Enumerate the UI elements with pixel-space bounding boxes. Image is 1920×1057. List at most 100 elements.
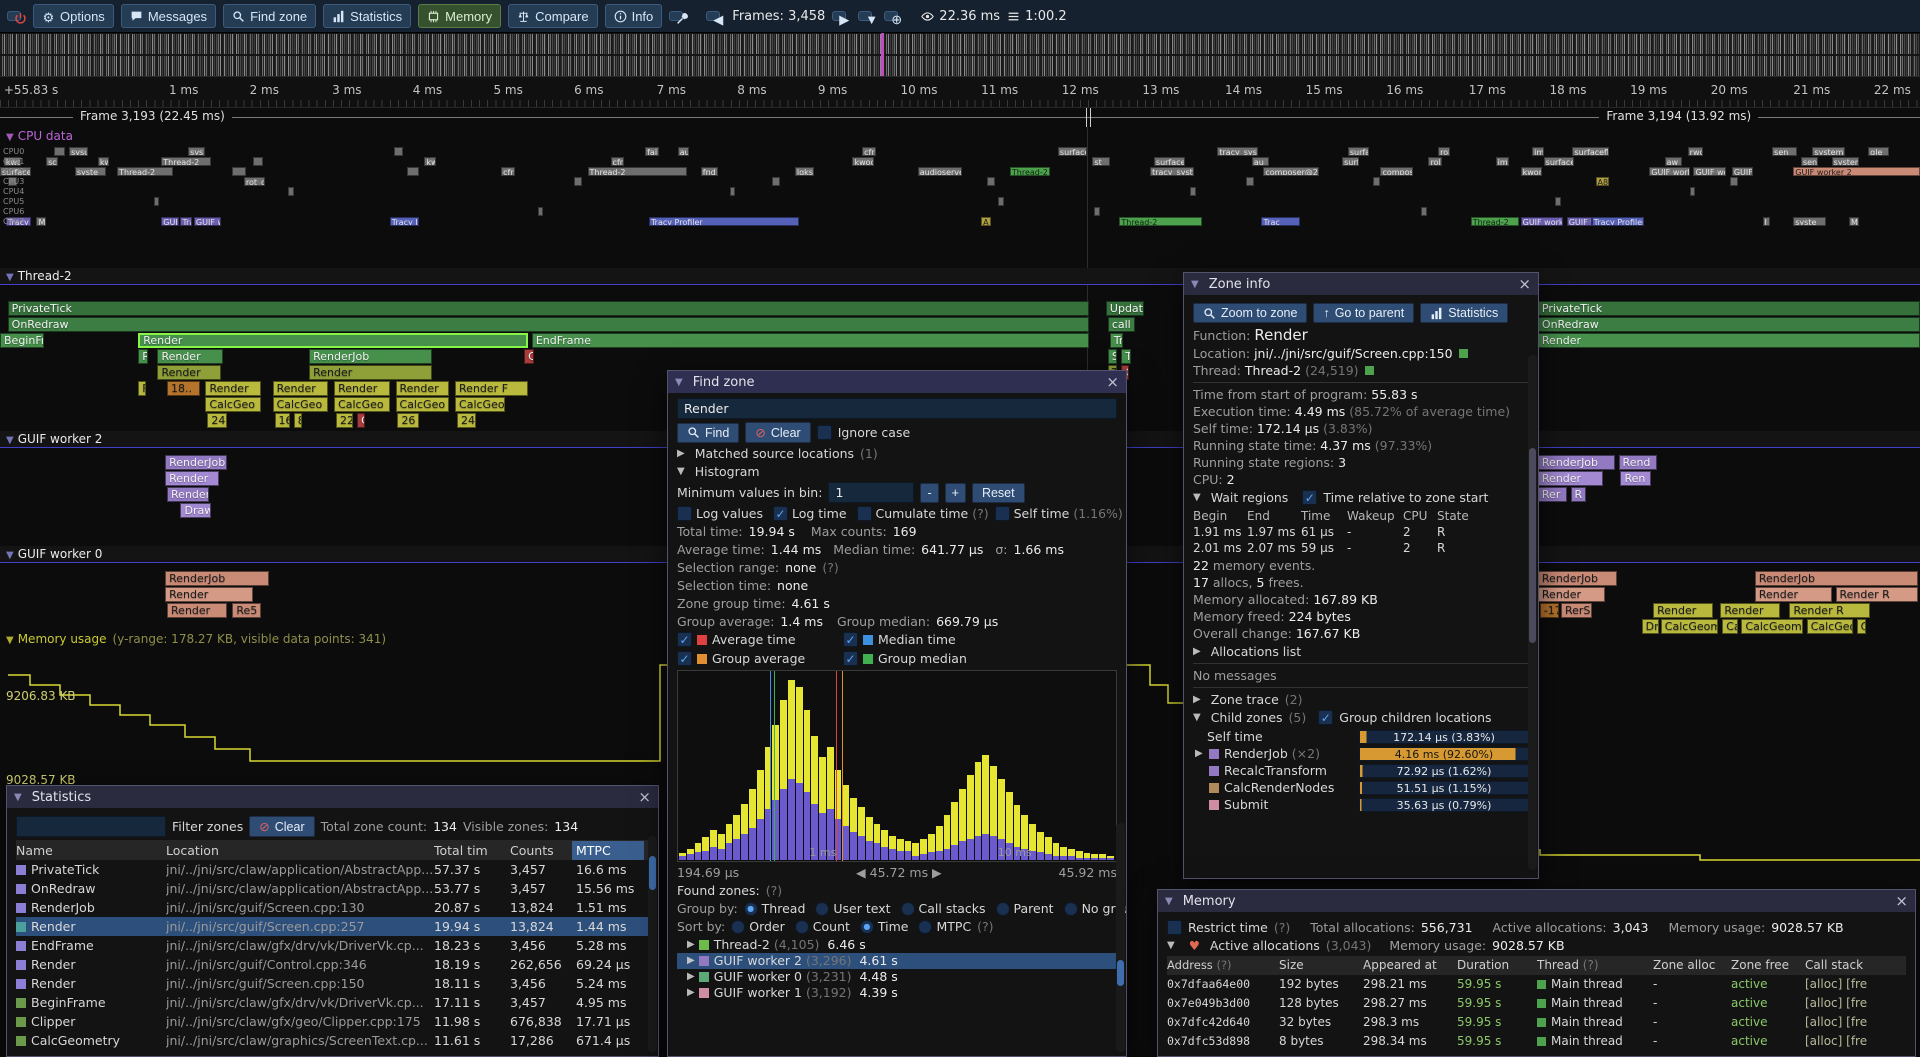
zone-bar[interactable]: CalcGeo (1807, 619, 1853, 634)
legend-checkbox[interactable]: ✓Group median (843, 651, 983, 666)
zone-bar[interactable]: Render F (455, 381, 528, 396)
cpu-segment[interactable]: sys (188, 147, 205, 156)
zone-bar[interactable]: Render (1538, 587, 1605, 602)
zone-info-window-titlebar[interactable]: ▼Zone info× (1184, 273, 1538, 295)
zone-bar[interactable]: Tr (1110, 333, 1123, 348)
goto-frame-button[interactable]: ⊕ (884, 11, 898, 21)
cpu-segment[interactable]: surfacef (1058, 147, 1087, 156)
zone-bar[interactable]: S (1108, 349, 1118, 364)
cpu-segment[interactable]: st (1092, 157, 1109, 166)
cpu-segment[interactable]: Thread-2 (1471, 217, 1519, 226)
zone-bar[interactable]: Render (165, 471, 219, 486)
zone-bar[interactable]: CalcGeo (396, 397, 450, 412)
found-zone-group[interactable]: ▶ GUIF worker 1 (3,192) 4.39 s (677, 985, 1117, 1001)
found-zone-group[interactable]: ▶ GUIF worker 0 (3,231) 4.48 s (677, 969, 1117, 985)
zone-bar[interactable]: 18.. (167, 381, 200, 396)
wait-region-row[interactable]: 1.91 ms1.97 ms61 μs-2R (1193, 524, 1529, 540)
zone-bar[interactable]: CalcGeo (273, 397, 329, 412)
zone-bar[interactable]: Render (309, 365, 432, 380)
cpu-segment[interactable]: Thread-2 (1010, 167, 1050, 176)
zone-bar[interactable]: Ca (1722, 619, 1737, 634)
zone-search-input[interactable] (677, 398, 1117, 419)
cpu-segment[interactable]: cfr (862, 147, 875, 156)
zone-bar[interactable]: C (524, 349, 534, 364)
cpu-segment[interactable]: sc (46, 157, 58, 166)
options-button[interactable]: ⚙Options (33, 4, 114, 28)
zone-bar[interactable]: PrivateTick (8, 301, 1089, 316)
cpu-segment[interactable]: GUIF worl (194, 217, 221, 226)
cpu-segment[interactable]: im (1532, 147, 1544, 156)
source-location[interactable]: jni/../jni/src/guif/Screen.cpp:150 (1254, 346, 1452, 361)
legend-checkbox[interactable]: ✓Median time (843, 632, 983, 647)
found-zone-group[interactable]: ▶ GUIF worker 2 (3,296) 4.61 s (677, 953, 1117, 969)
table-row[interactable]: Render jni/../jni/src/guif/Screen.cpp:15… (16, 974, 649, 993)
zone-bar[interactable]: Render R (1836, 587, 1919, 602)
child-zone-row[interactable]: ▶RenderJob (×2) 4.16 ms (92.60%) (1193, 745, 1529, 762)
frame-bar[interactable]: Frame 3,193 (22.45 ms) Frame 3,194 (13.9… (0, 108, 1920, 127)
zone-bar[interactable]: 26 (397, 413, 418, 428)
statistics-window-titlebar[interactable]: ▼Statistics× (7, 786, 658, 808)
zone-bar[interactable]: call (1108, 317, 1135, 332)
zone-bar[interactable]: F (138, 381, 146, 396)
cpu-segment[interactable]: GUIF w (1567, 217, 1592, 226)
cpu-segment[interactable]: surfaceflinge (1572, 147, 1608, 156)
zone-bar[interactable]: Render (157, 349, 222, 364)
cpu-segment[interactable] (1246, 177, 1254, 186)
found-zone-group[interactable]: ▶ Thread-2 (4,105) 6.46 s (677, 937, 1117, 953)
zone-bar[interactable]: RenderJob (1755, 571, 1918, 586)
zone-bar[interactable]: Render (157, 365, 220, 380)
cpu-segment[interactable]: sens (1801, 157, 1818, 166)
radio-option[interactable]: ●Thread (744, 901, 806, 916)
cpu-segment[interactable]: system_is (1812, 147, 1845, 156)
zone-bar[interactable]: C (357, 413, 365, 428)
cpu-segment[interactable]: au (1252, 157, 1269, 166)
radio-option[interactable]: Order (731, 919, 785, 934)
scrollbar[interactable] (1528, 355, 1537, 870)
zone-bar[interactable]: Render (1538, 333, 1920, 348)
zone-bar[interactable]: 16 (275, 413, 290, 428)
zone-bar[interactable]: Render (138, 333, 528, 348)
zone-bar[interactable]: CalcGeome (1661, 619, 1719, 634)
radio-option[interactable]: Parent (996, 901, 1054, 916)
zone-bar[interactable]: T (1121, 349, 1131, 364)
zone-bar[interactable]: CalcGeo (205, 397, 261, 412)
cpu-segment[interactable]: GUIF worker 2 (1793, 167, 1920, 176)
messages-button[interactable]: Messages (121, 4, 216, 28)
table-row[interactable]: Render jni/../jni/src/guif/Control.cpp:3… (16, 955, 649, 974)
zone-bar[interactable]: Render R (1789, 603, 1870, 618)
zone-bar[interactable]: Rend (1619, 455, 1657, 470)
zone-bar[interactable]: C (1857, 619, 1867, 634)
zone-bar[interactable]: Dra (1642, 619, 1659, 634)
legend-checkbox[interactable]: ✓Group average (677, 651, 817, 666)
zone-bar[interactable]: Render (1720, 603, 1780, 618)
scrollbar-thumb[interactable] (1529, 448, 1536, 644)
cpu-segment[interactable]: syste (75, 167, 106, 176)
allocation-row[interactable]: 0x7e049b3d00 128 bytes 298.27 ms 59.95 s… (1167, 994, 1906, 1013)
zone-bar[interactable]: Render (273, 381, 329, 396)
go-to-parent-button[interactable]: ↑Go to parent (1313, 303, 1414, 323)
cpu-segment[interactable] (394, 147, 404, 156)
cpu-segment[interactable]: au (678, 147, 690, 156)
cpu-segment[interactable] (54, 147, 66, 156)
zone-bar[interactable]: CalcGeomet (1741, 619, 1802, 634)
compare-button[interactable]: Compare (508, 4, 597, 28)
radio-option[interactable]: MTPC (918, 919, 971, 934)
zone-bar[interactable]: RenderJob (1538, 571, 1617, 586)
hint-icon[interactable]: (?) (766, 883, 782, 898)
option-checkbox[interactable]: Self time(1.16%) (995, 506, 1123, 521)
cpu-segment[interactable]: GUIF w (1732, 167, 1753, 176)
cpu-segment[interactable]: aw (1665, 157, 1682, 166)
cpu-segment[interactable]: tracy_systrace (1217, 147, 1257, 156)
zone-bar[interactable]: BeginFrame (0, 333, 44, 348)
zone-bar[interactable]: -17 (1540, 603, 1559, 618)
zoom-to-zone-button[interactable]: Zoom to zone (1193, 303, 1307, 323)
cpu-segment[interactable]: fnd (701, 167, 718, 176)
cpu-segment[interactable] (538, 207, 544, 216)
allocation-row[interactable]: 0x7dfaa64e00 192 bytes 298.21 ms 59.95 s… (1167, 975, 1906, 994)
cpu-segment[interactable] (232, 167, 245, 176)
option-checkbox[interactable]: ✓Log time (773, 506, 851, 521)
cpu-segment[interactable]: M (36, 217, 46, 226)
filter-zones-input[interactable] (16, 816, 166, 837)
zone-bar[interactable]: Render (334, 381, 390, 396)
memory-usage-header[interactable]: ▼Memory usage(y-range: 178.27 KB, visibl… (6, 632, 386, 646)
